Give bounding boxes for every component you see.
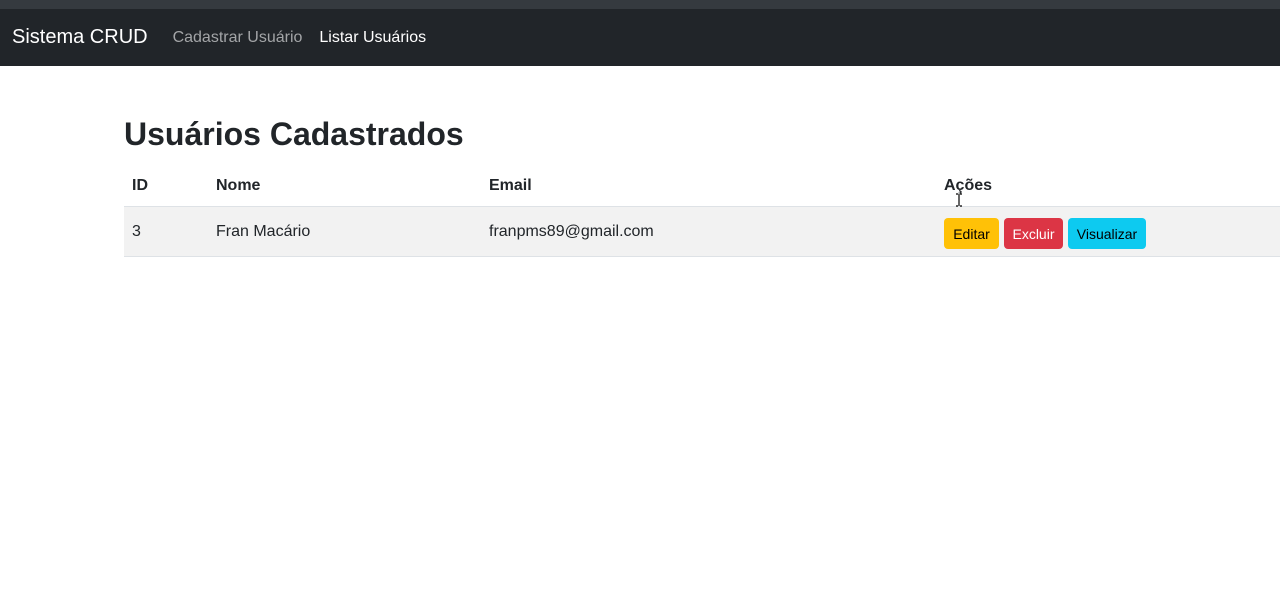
nav-link-listar-usuarios[interactable]: Listar Usuários	[319, 29, 426, 47]
header-id: ID	[132, 177, 148, 194]
edit-button[interactable]: Editar	[944, 218, 999, 249]
cell-id: 3	[132, 222, 141, 240]
header-email: Email	[489, 177, 532, 194]
browser-top-strip	[0, 0, 1280, 9]
page-title: Usuários Cadastrados	[124, 116, 464, 152]
nav-link-cadastrar-usuario[interactable]: Cadastrar Usuário	[173, 29, 303, 47]
cell-actions: Editar Excluir Visualizar	[944, 207, 1151, 256]
view-button[interactable]: Visualizar	[1068, 218, 1146, 249]
header-acoes: Ações	[944, 177, 993, 194]
navbar-brand[interactable]: Sistema CRUD	[12, 26, 148, 49]
header-nome: Nome	[216, 177, 261, 194]
users-table: ID Nome Email Ações 3 Fran Macário franp…	[124, 166, 1280, 257]
delete-button[interactable]: Excluir	[1004, 218, 1063, 249]
navbar: Sistema CRUD Cadastrar Usuário Listar Us…	[0, 9, 1280, 66]
table-header-row: ID Nome Email Ações	[124, 166, 1280, 207]
cell-email: franpms89@gmail.com	[489, 222, 654, 240]
table-row: 3 Fran Macário franpms89@gmail.com Edita…	[124, 207, 1280, 257]
cell-nome: Fran Macário	[216, 222, 311, 240]
